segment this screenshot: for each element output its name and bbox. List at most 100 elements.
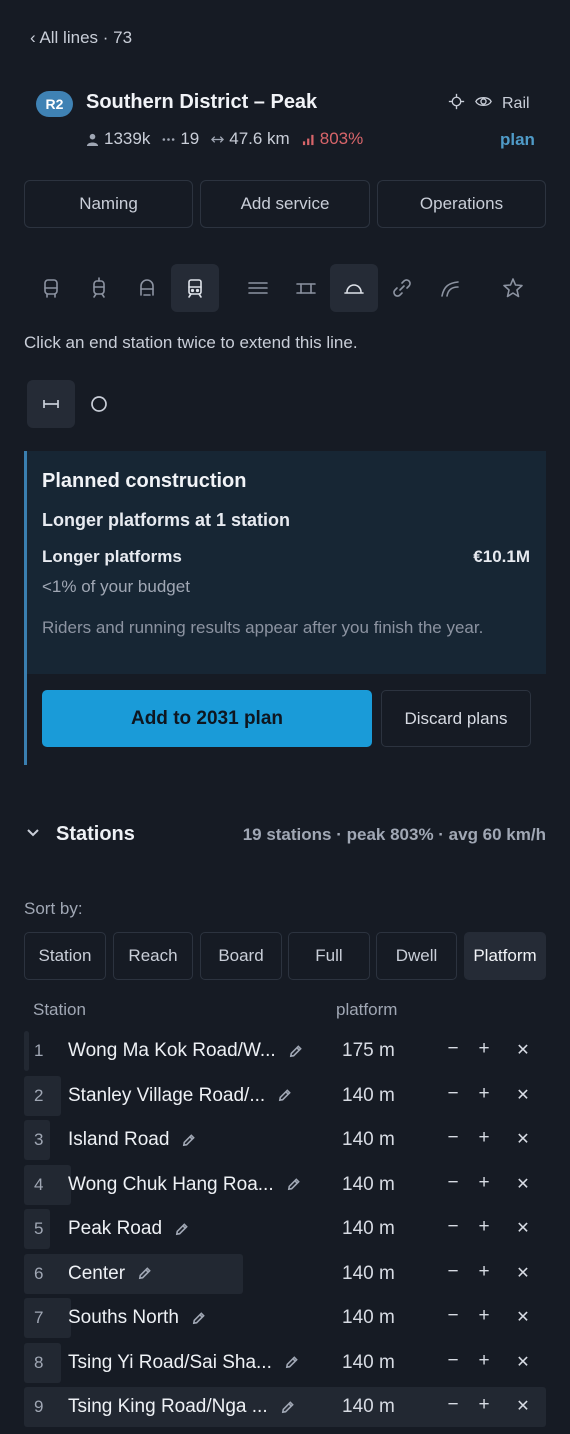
station-number: 7 [34,1308,44,1327]
loop-extend-icon[interactable] [75,380,123,428]
decrease-button[interactable]: − [443,1038,463,1060]
remove-station-button[interactable]: ✕ [513,1307,533,1327]
pencil-icon[interactable] [277,1088,292,1103]
sort-platform[interactable]: Platform [464,932,546,980]
remove-station-button[interactable]: ✕ [513,1174,533,1194]
decrease-button[interactable]: − [443,1305,463,1327]
stations-title[interactable]: Stations [56,823,135,846]
line-badge: R2 [36,91,73,117]
table-row[interactable]: 2 Stanley Village Road/... 140 m − + ✕ [24,1075,546,1116]
pencil-icon[interactable] [280,1400,295,1415]
decrease-button[interactable]: − [443,1083,463,1105]
bus-icon[interactable] [27,264,75,312]
increase-button[interactable]: + [474,1350,494,1372]
station-number: 5 [34,1219,44,1238]
dots-icon [162,137,175,141]
column-header-station: Station [33,1000,86,1019]
pencil-icon[interactable] [181,1133,196,1148]
table-row[interactable]: 6 Center 140 m − + ✕ [24,1253,546,1294]
remove-station-button[interactable]: ✕ [513,1218,533,1238]
increase-button[interactable]: + [474,1394,494,1416]
metro-icon[interactable] [123,264,171,312]
bridge-icon[interactable] [282,264,330,312]
pencil-icon[interactable] [137,1266,152,1281]
sort-station[interactable]: Station [24,932,106,980]
platform-length: 140 m [342,1084,395,1106]
station-name[interactable]: Stanley Village Road/... [68,1085,292,1107]
decrease-button[interactable]: − [443,1127,463,1149]
table-row[interactable]: 9 Tsing King Road/Nga ... 140 m − + ✕ [24,1387,546,1427]
star-icon[interactable] [489,264,537,312]
curve-track-icon[interactable] [426,264,474,312]
train-icon[interactable] [171,264,219,312]
platform-length: 140 m [342,1396,395,1417]
station-name[interactable]: Tsing King Road/Nga ... [68,1396,295,1418]
track-lines-icon[interactable] [234,264,282,312]
discard-plans-button[interactable]: Discard plans [381,690,531,747]
tab-naming[interactable]: Naming [24,180,193,228]
decrease-button[interactable]: − [443,1394,463,1416]
sort-dwell[interactable]: Dwell [376,932,457,980]
sort-reach[interactable]: Reach [113,932,193,980]
eye-icon[interactable] [475,93,492,115]
remove-station-button[interactable]: ✕ [513,1085,533,1105]
table-row[interactable]: 7 Souths North 140 m − + ✕ [24,1298,546,1338]
table-row[interactable]: 1 Wong Ma Kok Road/W... 175 m − + ✕ [24,1031,546,1071]
linear-extend-icon[interactable] [27,380,75,428]
station-name[interactable]: Center [68,1263,152,1285]
person-icon [86,133,99,146]
tram-icon[interactable] [75,264,123,312]
platform-length: 140 m [342,1218,395,1239]
decrease-button[interactable]: − [443,1172,463,1194]
table-row[interactable]: 3 Island Road 140 m − + ✕ [24,1120,546,1160]
remove-station-button[interactable]: ✕ [513,1263,533,1283]
increase-button[interactable]: + [474,1127,494,1149]
remove-station-button[interactable]: ✕ [513,1040,533,1060]
table-row[interactable]: 4 Wong Chuk Hang Roa... 140 m − + ✕ [24,1164,546,1205]
increase-button[interactable]: + [474,1216,494,1238]
increase-button[interactable]: + [474,1172,494,1194]
table-row[interactable]: 8 Tsing Yi Road/Sai Sha... 140 m − + ✕ [24,1342,546,1383]
station-name[interactable]: Wong Chuk Hang Roa... [68,1174,301,1196]
tab-operations[interactable]: Operations [377,180,546,228]
pencil-icon[interactable] [284,1355,299,1370]
pencil-icon[interactable] [288,1044,303,1059]
sort-board[interactable]: Board [200,932,282,980]
remove-station-button[interactable]: ✕ [513,1352,533,1372]
increase-button[interactable]: + [474,1305,494,1327]
station-name[interactable]: Tsing Yi Road/Sai Sha... [68,1352,299,1374]
planned-construction-accent [24,674,27,765]
locate-icon[interactable] [448,93,465,115]
planned-note: Riders and running results appear after … [42,618,484,637]
pencil-icon[interactable] [191,1311,206,1326]
pencil-icon[interactable] [174,1222,189,1237]
decrease-button[interactable]: − [443,1216,463,1238]
station-name[interactable]: Island Road [68,1129,196,1151]
decrease-button[interactable]: − [443,1261,463,1283]
sort-full[interactable]: Full [288,932,370,980]
line-name[interactable]: Southern District – Peak [86,91,317,114]
station-number: 4 [34,1174,44,1194]
remove-station-button[interactable]: ✕ [513,1129,533,1149]
link-icon[interactable] [378,264,426,312]
station-name[interactable]: Peak Road [68,1218,189,1240]
tab-add-service[interactable]: Add service [200,180,370,228]
increase-button[interactable]: + [474,1261,494,1283]
sort-by-label: Sort by: [24,899,83,918]
increase-button[interactable]: + [474,1038,494,1060]
plan-link[interactable]: plan [500,130,535,150]
add-to-plan-button[interactable]: Add to 2031 plan [42,690,372,747]
remove-station-button[interactable]: ✕ [513,1396,533,1416]
tunnel-icon[interactable] [330,264,378,312]
pencil-icon[interactable] [286,1177,301,1192]
chevron-down-icon[interactable] [26,826,40,840]
decrease-button[interactable]: − [443,1350,463,1372]
extend-hint: Click an end station twice to extend thi… [24,333,358,352]
planned-item: Longer platforms [42,547,182,566]
bar-chart-icon [302,134,314,145]
increase-button[interactable]: + [474,1083,494,1105]
table-row[interactable]: 5 Peak Road 140 m − + ✕ [24,1209,546,1249]
station-name[interactable]: Souths North [68,1307,206,1329]
station-name[interactable]: Wong Ma Kok Road/W... [68,1040,303,1062]
all-lines-back-link[interactable]: ‹ All lines · 73 [30,28,132,48]
